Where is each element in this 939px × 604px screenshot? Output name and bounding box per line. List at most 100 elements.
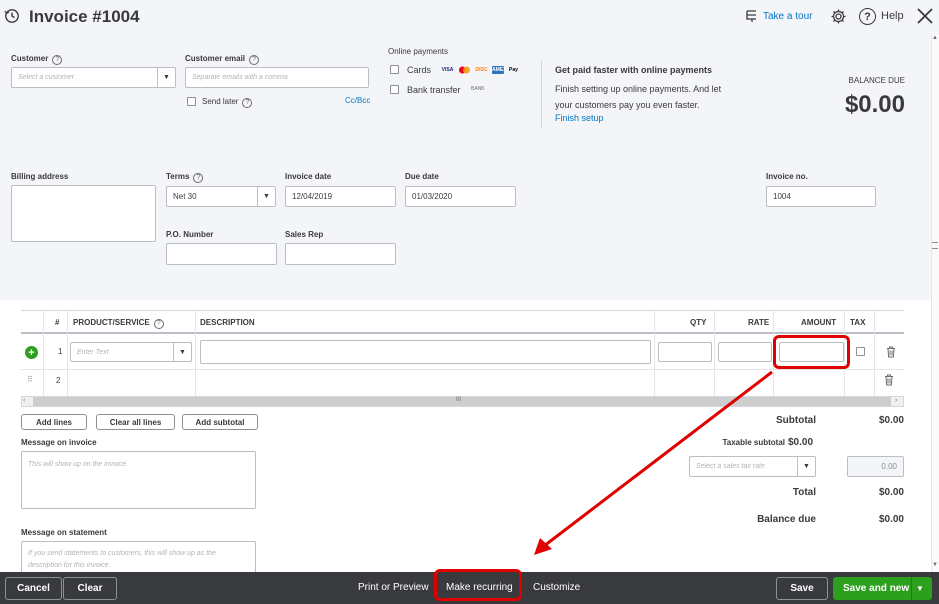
chevron-down-icon[interactable]: ▼ — [157, 68, 175, 87]
save-button[interactable]: Save — [776, 577, 828, 600]
customer-email-input[interactable]: Separate emails with a comma — [185, 67, 369, 88]
product-help-icon[interactable]: ? — [153, 318, 164, 329]
invoice-no-input[interactable]: 1004 — [766, 186, 876, 207]
subtotal-label: Subtotal — [776, 415, 816, 426]
description-input[interactable] — [200, 340, 651, 364]
send-later-help-icon[interactable]: ? — [242, 97, 253, 108]
message-statement-input[interactable]: If you send statements to customers, thi… — [21, 541, 256, 572]
close-icon[interactable] — [916, 7, 934, 25]
row-number: 1 — [58, 347, 63, 356]
clear-all-lines-button[interactable]: Clear all lines — [96, 414, 175, 430]
discover-icon: DISC — [475, 66, 488, 73]
help-link[interactable]: Help — [881, 10, 904, 22]
customize-link[interactable]: Customize — [533, 582, 580, 593]
qty-input[interactable] — [658, 342, 712, 362]
send-later-checkbox[interactable] — [187, 97, 196, 106]
add-lines-button[interactable]: Add lines — [21, 414, 87, 430]
drag-handle-icon[interactable]: ⠿ — [27, 375, 33, 384]
total-label: Total — [792, 487, 816, 498]
sales-tax-select[interactable]: Select a sales tax rate ▼ — [689, 456, 816, 477]
terms-help-icon[interactable]: ? — [193, 172, 204, 183]
subtotal-value: $0.00 — [878, 415, 904, 426]
balance-due-label: BALANCE DUE — [848, 76, 905, 85]
hscroll-thumb[interactable] — [33, 397, 891, 406]
page-scrollbar[interactable] — [931, 34, 939, 572]
invoice-date-label: Invoice date — [285, 172, 332, 181]
trash-icon[interactable] — [884, 374, 894, 386]
rate-input[interactable] — [718, 342, 772, 362]
bank-transfer-checkbox[interactable] — [390, 85, 399, 94]
apple-pay-icon: Pay — [509, 66, 518, 73]
card-logos: VISA DISC AMEX Pay — [440, 64, 523, 74]
print-preview-link[interactable]: Print or Preview — [358, 582, 429, 593]
scrollbar-grip[interactable] — [932, 242, 938, 249]
total-value: $0.00 — [878, 487, 904, 498]
product-placeholder: Enter Text — [77, 348, 109, 356]
save-and-new-label: Save and new — [843, 583, 910, 594]
po-number-input[interactable] — [166, 243, 277, 265]
amex-icon: AMEX — [492, 65, 507, 74]
trash-icon[interactable] — [886, 346, 896, 358]
hscroll-grip: III — [456, 397, 462, 403]
due-date-input[interactable]: 01/03/2020 — [405, 186, 516, 207]
chevron-down-icon[interactable]: ▼ — [797, 457, 815, 476]
terms-label: Terms? — [166, 172, 204, 183]
promo-title: Get paid faster with online payments — [555, 65, 713, 75]
invoice-no-label: Invoice no. — [766, 172, 808, 181]
send-later-label: Send later? — [202, 97, 253, 108]
chevron-down-icon[interactable]: ▼ — [257, 187, 275, 206]
sales-rep-label: Sales Rep — [285, 230, 324, 239]
cc-bcc-link[interactable]: Cc/Bcc — [345, 96, 370, 105]
taxable-subtotal-label: Taxable subtotal — [722, 438, 785, 447]
scroll-right-icon[interactable]: › — [895, 397, 897, 404]
email-help-icon[interactable]: ? — [249, 54, 260, 65]
terms-select[interactable]: Net 30 ▼ — [166, 186, 276, 207]
save-and-new-divider — [911, 577, 912, 600]
customer-select[interactable]: Select a customer ▼ — [11, 67, 176, 88]
row-number: 2 — [56, 376, 61, 385]
add-row-icon[interactable]: + — [25, 346, 38, 359]
recent-transactions-icon[interactable] — [4, 8, 20, 24]
make-recurring-highlight — [434, 569, 522, 601]
due-date-label: Due date — [405, 172, 439, 181]
bank-icon: BANK — [471, 86, 485, 92]
col-header-rate: RATE — [748, 318, 770, 327]
help-icon[interactable]: ? — [859, 8, 876, 25]
gear-icon[interactable] — [830, 8, 847, 25]
finish-setup-link[interactable]: Finish setup — [555, 113, 604, 123]
chevron-down-icon[interactable]: ▼ — [916, 584, 924, 593]
sales-tax-placeholder: Select a sales tax rate — [696, 463, 765, 470]
customer-help-icon[interactable]: ? — [52, 54, 63, 65]
chevron-down-icon[interactable]: ▼ — [173, 343, 191, 361]
row-divider — [21, 369, 904, 370]
balance-due-total-label: Balance due — [757, 514, 816, 525]
cards-checkbox[interactable] — [390, 65, 399, 74]
online-payments-label: Online payments — [388, 47, 449, 56]
email-placeholder: Separate emails with a comma — [192, 74, 288, 81]
customer-placeholder: Select a customer — [18, 74, 75, 81]
message-invoice-label: Message on invoice — [21, 438, 97, 447]
message-invoice-placeholder: This will show up on the invoice. — [28, 461, 128, 468]
billing-address-label: Billing address — [11, 172, 69, 181]
bank-transfer-label: Bank transfer — [407, 85, 461, 95]
scroll-up-icon[interactable]: ▲ — [931, 35, 939, 43]
tour-icon[interactable] — [745, 9, 759, 23]
invoice-date-input[interactable]: 12/04/2019 — [285, 186, 396, 207]
visa-icon: VISA — [441, 66, 454, 73]
add-subtotal-button[interactable]: Add subtotal — [182, 414, 258, 430]
take-tour-link[interactable]: Take a tour — [763, 11, 812, 22]
product-select[interactable]: Enter Text ▼ — [70, 342, 192, 362]
col-header-description: DESCRIPTION — [200, 318, 255, 327]
clear-button[interactable]: Clear — [63, 577, 117, 600]
billing-address-input[interactable] — [11, 185, 156, 242]
col-header-product: PRODUCT/SERVICE? — [73, 318, 164, 329]
col-header-amount: AMOUNT — [801, 318, 837, 327]
tax-checkbox[interactable] — [856, 347, 865, 356]
cancel-button[interactable]: Cancel — [5, 577, 62, 600]
scroll-down-icon[interactable]: ▼ — [931, 562, 939, 570]
message-invoice-input[interactable]: This will show up on the invoice. — [21, 451, 256, 509]
message-statement-placeholder: If you send statements to customers, thi… — [28, 550, 216, 569]
sales-rep-input[interactable] — [285, 243, 396, 265]
scroll-left-icon[interactable]: ‹ — [23, 397, 25, 404]
promo-text: Finish setting up online payments. And l… — [555, 84, 722, 110]
